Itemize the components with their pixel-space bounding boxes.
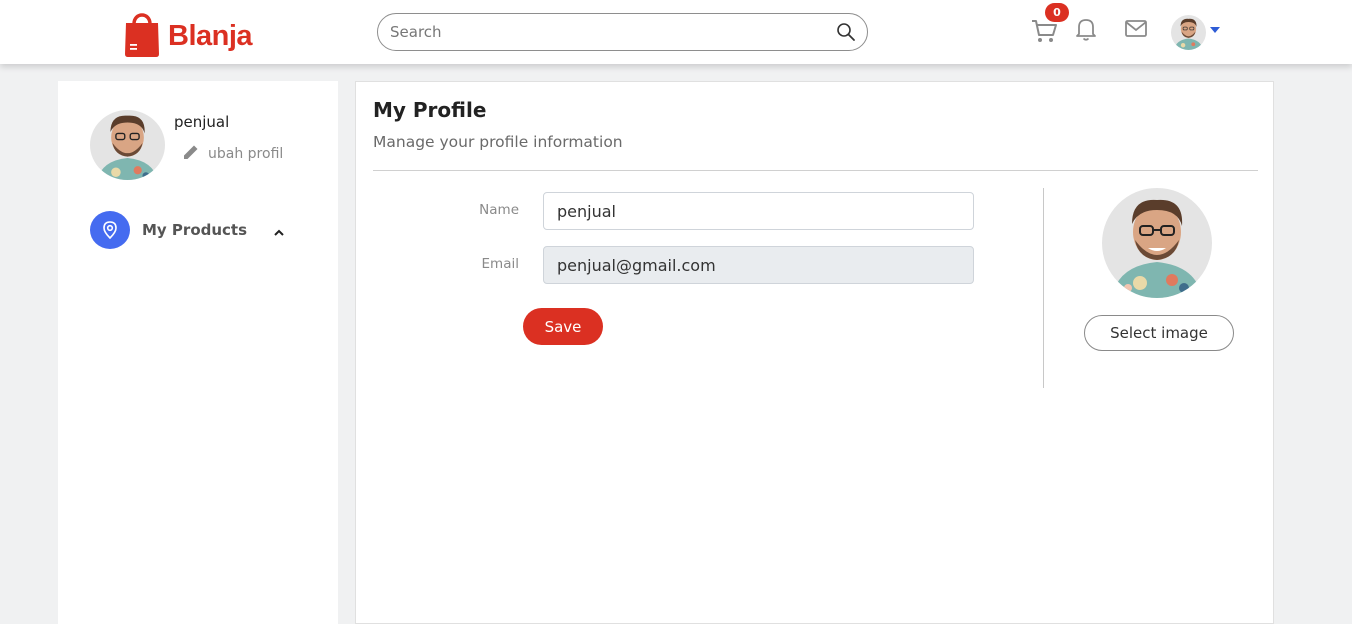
profile-card: My Profile Manage your profile informati… — [355, 81, 1274, 624]
vertical-divider — [1043, 188, 1044, 388]
caret-down-icon[interactable] — [1210, 27, 1220, 33]
divider — [373, 170, 1258, 171]
shopping-bag-icon — [123, 8, 161, 58]
mail-icon[interactable] — [1124, 18, 1148, 40]
profile-sidebar: penjual ubah profil My Products — [58, 81, 338, 624]
brand-name: Blanja — [168, 19, 253, 52]
edit-profile-link[interactable]: ubah profil — [182, 143, 283, 165]
name-field[interactable] — [543, 192, 974, 230]
sidebar-avatar — [90, 110, 165, 180]
sidebar-item-my-products[interactable]: My Products — [90, 210, 290, 250]
profile-image — [1102, 188, 1212, 298]
edit-profile-label: ubah profil — [208, 146, 284, 162]
chevron-up-icon[interactable] — [273, 223, 285, 242]
search-bar — [377, 13, 868, 51]
pencil-icon — [182, 143, 208, 165]
page-subtitle: Manage your profile information — [373, 133, 623, 151]
search-icon[interactable] — [836, 22, 856, 42]
save-button[interactable]: Save — [523, 308, 603, 345]
cart-count-badge: 0 — [1045, 3, 1069, 22]
email-label: Email — [481, 256, 519, 272]
page-title: My Profile — [373, 98, 487, 122]
search-input[interactable] — [390, 14, 830, 50]
select-image-button[interactable]: Select image — [1084, 315, 1234, 351]
location-pin-icon — [90, 211, 130, 249]
email-field[interactable] — [543, 246, 974, 284]
brand-logo[interactable]: Blanja — [123, 8, 253, 58]
user-avatar[interactable] — [1171, 15, 1206, 50]
name-label: Name — [479, 202, 519, 218]
sidebar-item-label: My Products — [142, 221, 248, 239]
bell-icon[interactable] — [1075, 16, 1097, 42]
sidebar-user-name: penjual — [174, 113, 230, 131]
top-navbar: Blanja 0 — [0, 0, 1352, 64]
